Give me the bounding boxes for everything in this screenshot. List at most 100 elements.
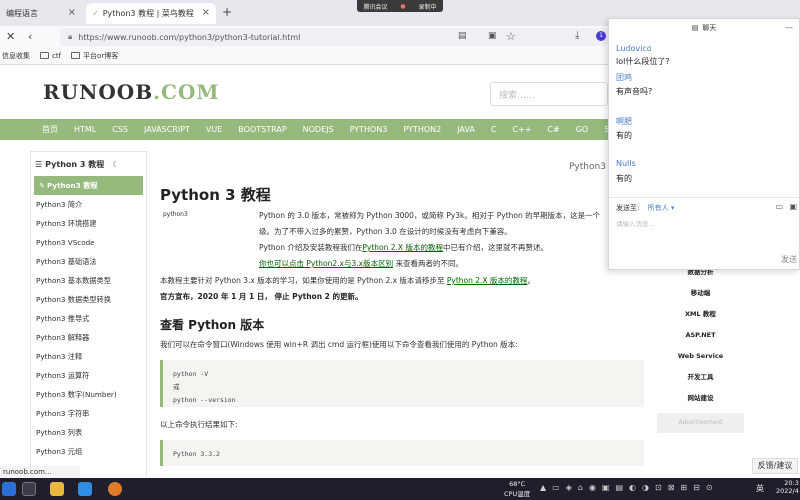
site-search-input[interactable]: 搜索……: [490, 82, 608, 106]
window-icon[interactable]: [22, 482, 36, 496]
nav-item-bootstrap[interactable]: BOOTSTRAP: [238, 125, 286, 134]
sidebar-item[interactable]: Python3 简介: [31, 195, 146, 214]
send-button[interactable]: 发送: [781, 254, 797, 265]
feedback-button[interactable]: 反馈/建议: [752, 458, 798, 474]
category-link[interactable]: 移动端: [657, 283, 744, 304]
taskbar: 68°C CPU温度 ▲▭◈⌂◉▣▤◐◑⊡⊠⊞⊟⊙ 英 20:3 2022/4: [0, 478, 800, 500]
folder-icon: [40, 52, 49, 59]
tray-icons[interactable]: ▲▭◈⌂◉▣▤◐◑⊡⊠⊞⊟⊙: [540, 483, 719, 492]
python2-tutorial-link[interactable]: Python 2.X 版本的教程: [362, 243, 443, 252]
chat-message: 有的: [616, 174, 632, 183]
chat-icon: ▤: [691, 24, 699, 32]
nav-item-csharp[interactable]: C#: [547, 125, 559, 134]
bookmark-item[interactable]: ctf: [40, 52, 61, 60]
image-icon[interactable]: ▣: [789, 202, 797, 211]
start-icon[interactable]: [2, 482, 16, 496]
python3-logo-image: python3: [163, 211, 188, 218]
chat-title: 聊天: [702, 24, 717, 32]
nav-item-css[interactable]: CSS: [112, 125, 128, 134]
install-paragraph: Python 介绍及安装教程我们在Python 2.X 版本的教程中已有介绍，这…: [259, 243, 548, 252]
code-block: python -V 或 python --version: [160, 360, 644, 407]
close-icon[interactable]: ×: [202, 7, 210, 18]
sidebar-item[interactable]: Python3 元组: [31, 442, 146, 461]
nav-item-html[interactable]: HTML: [74, 125, 96, 134]
sidebar-item[interactable]: Python3 环境搭建: [31, 214, 146, 233]
nav-item-nodejs[interactable]: NODEJS: [303, 125, 334, 134]
python2-tutorial-link[interactable]: Python 2.X 版本的教程: [447, 276, 528, 285]
scope-paragraph: 本教程主要针对 Python 3.x 版本的学习，如果你使用的是 Python …: [160, 276, 535, 285]
sidebar-item-python3-tutorial[interactable]: ✎ Python3 教程: [34, 176, 143, 195]
time-text: 20:3: [784, 479, 799, 487]
bookmark-item[interactable]: 信息收集: [2, 51, 30, 61]
notice-text: 官方宣布，2020 年 1 月 1 日， 停止 Python 2 的更新。: [160, 292, 363, 301]
chat-message: 有声音吗?: [616, 87, 653, 96]
nav-item-home[interactable]: 首页: [42, 124, 58, 135]
nav-item-go[interactable]: GO: [576, 125, 589, 134]
tab-programming-language[interactable]: 编程语言 ×: [0, 3, 82, 24]
nav-item-c[interactable]: C: [491, 125, 497, 134]
section-heading: 查看 Python 版本: [160, 318, 265, 332]
close-icon[interactable]: ✕: [6, 30, 15, 43]
sidebar-item[interactable]: Python3 字符串: [31, 404, 146, 423]
explorer-icon[interactable]: [50, 482, 64, 496]
meeting-app-label: 腾讯会议: [363, 3, 388, 11]
sidebar-item[interactable]: Python3 基本数据类型: [31, 271, 146, 290]
moon-icon[interactable]: ☾: [112, 160, 119, 169]
browser-icon[interactable]: [108, 482, 122, 496]
bookmark-item[interactable]: 平台or博客: [71, 51, 118, 61]
tab-python3-tutorial[interactable]: ✓ Python3 教程 | 菜鸟教程 ×: [86, 3, 216, 24]
sidebar-item[interactable]: Python3 列表: [31, 423, 146, 442]
page-icon[interactable]: ▣: [488, 31, 497, 41]
chevron-left-icon[interactable]: ‹: [28, 30, 32, 43]
category-link[interactable]: 网站建设: [657, 388, 744, 409]
send-to-row: 发送至: 所有人 ▾: [616, 204, 675, 212]
sidebar-item[interactable]: Python3 注释: [31, 347, 146, 366]
sidebar-item[interactable]: Python3 VScode: [31, 233, 146, 252]
record-dot-icon: ●: [400, 2, 406, 10]
sidebar-item[interactable]: Python3 基础语法: [31, 252, 146, 271]
sidebar-item[interactable]: Python3 数据类型转换: [31, 290, 146, 309]
date-text: 2022/4: [776, 487, 799, 495]
chevron-down-icon[interactable]: ▾: [671, 204, 675, 212]
minimize-icon[interactable]: —: [785, 23, 793, 32]
nav-item-javascript[interactable]: JAVASCRIPT: [144, 125, 190, 134]
chat-input[interactable]: 请输入消息...: [616, 218, 655, 228]
reader-view-icon[interactable]: ▤: [458, 31, 467, 41]
folder-icon[interactable]: ▭: [775, 202, 783, 211]
category-link[interactable]: ASP.NET: [657, 325, 744, 346]
site-logo[interactable]: RUNOOB.COM: [43, 80, 220, 104]
category-link[interactable]: XML 教程: [657, 304, 744, 325]
account-icon[interactable]: 1: [596, 31, 606, 41]
result-paragraph: 以上命令执行结果如下:: [160, 420, 238, 429]
nav-item-cpp[interactable]: C++: [512, 125, 531, 134]
nav-item-python3[interactable]: PYTHON3: [350, 125, 388, 134]
sidebar-item[interactable]: Python3 运算符: [31, 366, 146, 385]
tutorial-sidebar: ☰ Python 3 教程 ☾ ✎ Python3 教程 Python3 简介 P…: [30, 151, 147, 481]
bookmark-star-icon[interactable]: ☆: [506, 30, 516, 43]
new-tab-button[interactable]: +: [222, 5, 232, 19]
close-icon[interactable]: ×: [68, 7, 76, 18]
app-icon[interactable]: [78, 482, 92, 496]
chat-message: 有的: [616, 131, 632, 140]
weather-widget[interactable]: 68°C CPU温度: [504, 480, 530, 498]
temperature-text: 68°C: [509, 480, 526, 488]
sidebar-item[interactable]: Python3 解释器: [31, 328, 146, 347]
intro-paragraph-cont: 级。为了不带入过多的累赘，Python 3.0 在设计的时候没有考虑向下兼容。: [259, 227, 512, 236]
chat-sender: 啊肥: [616, 117, 632, 126]
sidebar-item[interactable]: Python3 数字(Number): [31, 385, 146, 404]
address-bar[interactable]: 🔒︎ https://www.runoob.com/python3/python…: [60, 28, 608, 46]
download-icon[interactable]: ⤓: [575, 30, 579, 41]
recipient-select[interactable]: 所有人: [648, 204, 669, 212]
nav-item-vue[interactable]: VUE: [206, 125, 222, 134]
ime-indicator[interactable]: 英: [756, 483, 764, 494]
nav-item-java[interactable]: JAVA: [457, 125, 475, 134]
sidebar-item[interactable]: Python3 推导式: [31, 309, 146, 328]
nav-item-python2[interactable]: PYTHON2: [403, 125, 441, 134]
right-category-list: 数据分析 移动端 XML 教程 ASP.NET Web Service 开发工具…: [657, 262, 744, 482]
category-link[interactable]: Web Service: [657, 346, 744, 367]
clock[interactable]: 20:3 2022/4: [776, 479, 799, 495]
ad-placeholder: Advertisement: [657, 413, 744, 433]
category-link[interactable]: 开发工具: [657, 367, 744, 388]
tag-icon: ✎: [39, 181, 46, 190]
version-diff-link[interactable]: 你也可以点击 Python2.x与3.x版本区别: [259, 259, 393, 268]
